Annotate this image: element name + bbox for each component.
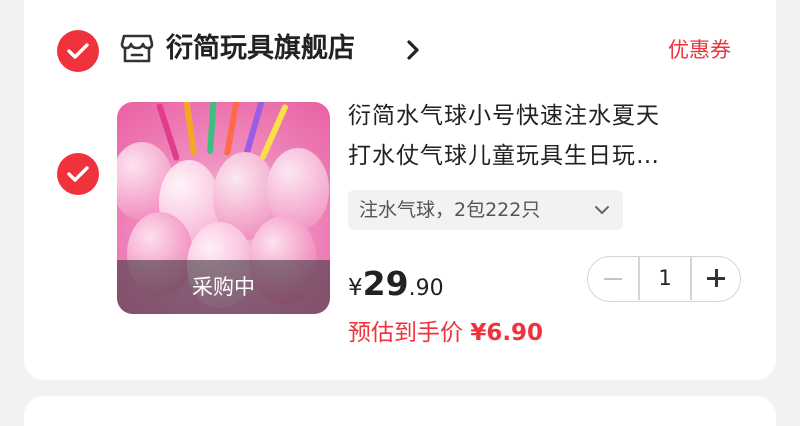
product-title-line2: 打水仗气球儿童玩具生日玩… [348,143,660,169]
product-title[interactable]: 衍简水气球小号快速注水夏天 打水仗气球儿童玩具生日玩… [348,96,738,176]
balloon-tube [206,102,218,155]
price-currency: ¥ [348,275,363,301]
check-icon [67,166,89,182]
chevron-down-icon [595,206,609,214]
store-icon [120,34,154,63]
quantity-input[interactable]: 1 [640,257,690,300]
estimated-price: 预估到手价 ¥6.90 [348,316,543,350]
minus-icon[interactable] [588,257,636,300]
store-select-checkbox[interactable] [57,30,99,72]
chevron-right-icon[interactable] [406,39,420,61]
coupon-link[interactable]: 优惠券 [668,30,731,70]
product-title-line1: 衍简水气球小号快速注水夏天 [348,103,660,129]
quantity-stepper: 1 [587,256,741,302]
sku-selector[interactable]: 注水气球，2包222只 [348,190,623,230]
plus-icon[interactable] [692,257,740,300]
product-price: ¥29.90 [348,264,444,303]
store-name-link[interactable]: 衍简玩具旗舰店 [166,26,355,72]
item-select-checkbox[interactable] [57,153,99,195]
estimated-price-value: ¥6.90 [470,320,544,346]
price-integer: 29 [362,264,409,303]
balloon-tube [182,102,198,157]
thumbnail-status-badge: 采购中 [117,260,330,314]
price-decimal: .90 [408,276,444,301]
check-icon [67,43,89,59]
estimated-price-label: 预估到手价 [348,320,463,346]
balloon-tube [223,102,241,157]
sku-label: 注水气球，2包222只 [359,199,541,221]
product-thumbnail[interactable]: 采购中 [117,102,330,314]
next-shop-card [24,396,776,426]
